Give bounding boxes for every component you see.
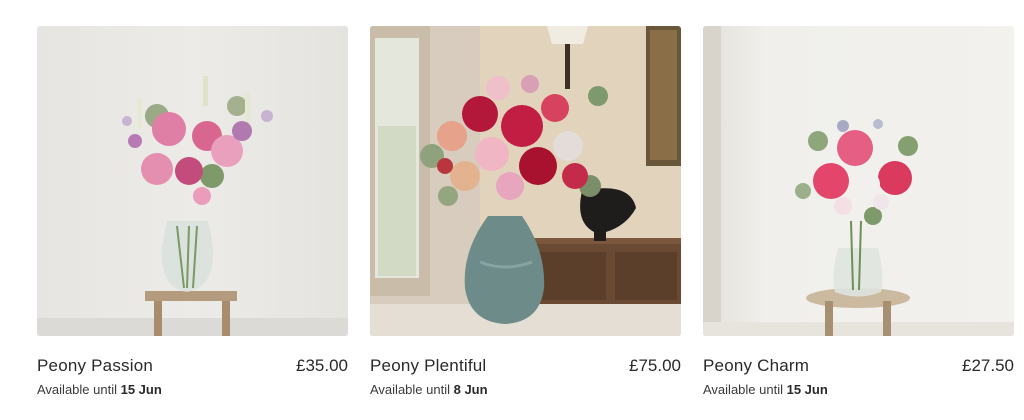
product-photo-peony-plentiful bbox=[370, 26, 681, 336]
product-info-row: Peony Plentiful £75.00 bbox=[370, 356, 681, 378]
product-card-peony-charm[interactable]: Peony Charm £27.50 Available until 15 Ju… bbox=[703, 26, 1014, 406]
product-card-peony-plentiful[interactable]: Peony Plentiful £75.00 Available until 8… bbox=[370, 26, 681, 406]
product-grid: Peony Passion £35.00 Available until 15 … bbox=[0, 0, 1024, 420]
product-name[interactable]: Peony Passion bbox=[37, 356, 153, 376]
availability-text: Available until 8 Jun bbox=[370, 382, 488, 397]
availability-text: Available until 15 Jun bbox=[37, 382, 162, 397]
product-card-peony-passion[interactable]: Peony Passion £35.00 Available until 15 … bbox=[37, 26, 348, 406]
product-photo-peony-charm bbox=[703, 26, 1014, 336]
availability-text: Available until 15 Jun bbox=[703, 382, 828, 397]
availability-prefix: Available until bbox=[37, 382, 117, 397]
availability-date: 15 Jun bbox=[120, 382, 162, 397]
availability-prefix: Available until bbox=[370, 382, 450, 397]
product-image[interactable] bbox=[703, 26, 1014, 336]
product-name[interactable]: Peony Plentiful bbox=[370, 356, 486, 376]
product-price: £27.50 bbox=[962, 356, 1014, 375]
product-price: £75.00 bbox=[629, 356, 681, 375]
product-image[interactable] bbox=[37, 26, 348, 336]
availability-prefix: Available until bbox=[703, 382, 783, 397]
product-info-row: Peony Charm £27.50 bbox=[703, 356, 1014, 378]
product-info-row: Peony Passion £35.00 bbox=[37, 356, 348, 378]
availability-date: 8 Jun bbox=[453, 382, 488, 397]
product-image[interactable] bbox=[370, 26, 681, 336]
product-name[interactable]: Peony Charm bbox=[703, 356, 809, 376]
product-photo-peony-passion bbox=[37, 26, 348, 336]
product-price: £35.00 bbox=[296, 356, 348, 375]
availability-date: 15 Jun bbox=[786, 382, 828, 397]
